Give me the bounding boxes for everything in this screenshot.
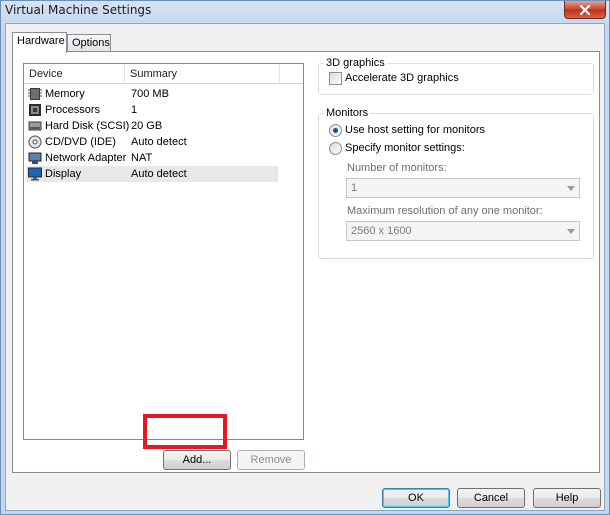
device-name: Network Adapter xyxy=(45,152,127,164)
accelerate-3d-checkbox[interactable] xyxy=(329,72,342,85)
device-row-cd-dvd[interactable]: CD/DVD (IDE) Auto detect xyxy=(26,134,278,150)
monitors-group: Monitors Use host setting for monitors S… xyxy=(318,107,594,259)
hardware-panel: Device Summary Memory 700 MB Processors … xyxy=(12,51,600,473)
hard-disk-icon xyxy=(28,121,42,131)
max-resolution-label: Maximum resolution of any one monitor: xyxy=(347,205,543,217)
use-host-radio[interactable] xyxy=(329,124,342,137)
device-summary: Auto detect xyxy=(131,168,187,180)
dialog-body: Hardware Options Device Summary Memory 7… xyxy=(5,23,605,511)
chevron-down-icon xyxy=(567,229,575,234)
column-divider[interactable] xyxy=(124,64,125,84)
window-title: Virtual Machine Settings xyxy=(5,3,152,17)
max-resolution-dropdown[interactable]: 2560 x 1600 xyxy=(346,221,580,241)
title-bar[interactable]: Virtual Machine Settings xyxy=(1,1,609,23)
device-row-network-adapter[interactable]: Network Adapter NAT xyxy=(26,150,278,166)
monitor-count-label: Number of monitors: xyxy=(347,162,447,174)
device-summary: Auto detect xyxy=(131,136,187,148)
device-summary: 700 MB xyxy=(131,88,169,100)
graphics-group: 3D graphics Accelerate 3D graphics xyxy=(318,57,594,95)
device-summary: 20 GB xyxy=(131,120,163,132)
device-name: Processors xyxy=(45,104,101,116)
accelerate-3d-label[interactable]: Accelerate 3D graphics xyxy=(345,72,459,84)
cancel-button[interactable]: Cancel xyxy=(457,488,525,508)
column-header-summary[interactable]: Summary xyxy=(130,68,177,80)
add-button[interactable]: Add... xyxy=(163,450,231,470)
device-row-display[interactable]: Display Auto detect xyxy=(26,166,278,182)
memory-icon xyxy=(28,88,42,100)
column-divider[interactable] xyxy=(279,64,280,84)
max-resolution-value: 2560 x 1600 xyxy=(351,225,412,237)
device-name: Memory xyxy=(45,88,85,100)
tab-options[interactable]: Options xyxy=(67,34,111,52)
list-header: Device Summary xyxy=(24,64,303,84)
device-name: CD/DVD (IDE) xyxy=(45,136,116,148)
network-adapter-icon xyxy=(28,152,42,164)
display-icon xyxy=(28,167,42,181)
specify-monitor-label[interactable]: Specify monitor settings: xyxy=(345,142,465,154)
device-summary: 1 xyxy=(131,104,138,116)
device-name: Hard Disk (SCSI) xyxy=(45,120,130,132)
specify-monitor-radio[interactable] xyxy=(329,142,342,155)
monitors-group-label: Monitors xyxy=(324,107,371,119)
column-header-device[interactable]: Device xyxy=(29,68,63,80)
monitor-count-value: 1 xyxy=(351,182,358,194)
use-host-label[interactable]: Use host setting for monitors xyxy=(345,124,485,136)
add-button-highlight xyxy=(143,414,227,449)
device-row-processors[interactable]: Processors 1 xyxy=(26,102,278,118)
cd-dvd-icon xyxy=(28,135,42,149)
tab-hardware[interactable]: Hardware xyxy=(12,32,67,53)
device-list[interactable]: Device Summary Memory 700 MB Processors … xyxy=(23,63,304,440)
ok-button[interactable]: OK xyxy=(382,488,450,508)
close-button[interactable] xyxy=(564,1,606,19)
remove-button[interactable]: Remove xyxy=(237,450,305,470)
vm-settings-window: Virtual Machine Settings Hardware Option… xyxy=(0,0,610,515)
close-icon xyxy=(579,4,591,15)
device-row-memory[interactable]: Memory 700 MB xyxy=(26,86,278,102)
radio-selected-dot xyxy=(333,128,338,133)
help-button[interactable]: Help xyxy=(533,488,601,508)
graphics-group-label: 3D graphics xyxy=(324,57,387,69)
device-summary: NAT xyxy=(131,152,153,164)
device-row-hard-disk[interactable]: Hard Disk (SCSI) 20 GB xyxy=(26,118,278,134)
monitor-count-dropdown[interactable]: 1 xyxy=(346,178,580,198)
processor-icon xyxy=(29,104,41,116)
device-name: Display xyxy=(45,168,82,180)
chevron-down-icon xyxy=(567,186,575,191)
